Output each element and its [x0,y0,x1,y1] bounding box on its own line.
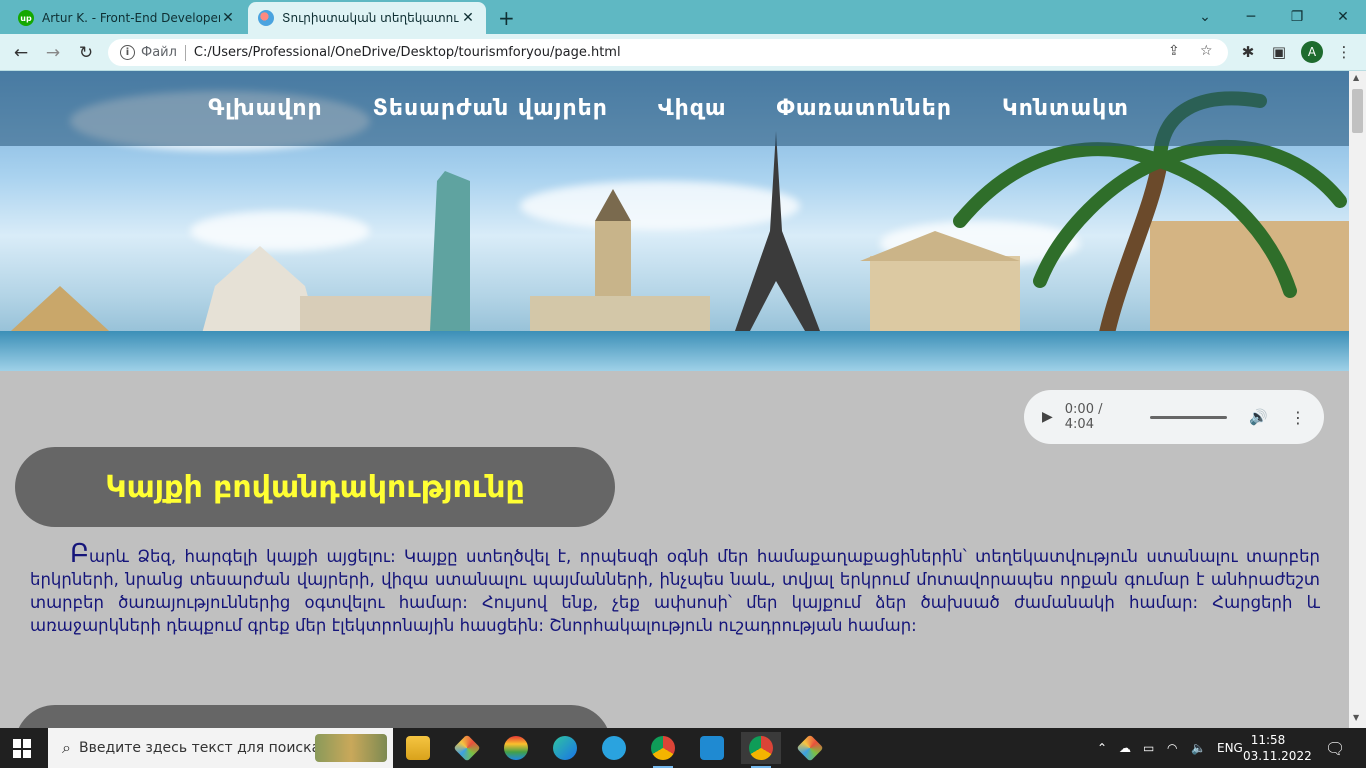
reload-icon[interactable]: ↻ [73,40,99,66]
notifications-icon[interactable]: 🗨 [1325,728,1345,768]
nav-home[interactable]: Գլխավոր [208,96,323,121]
address-bar[interactable]: i Файл C:/Users/Professional/OneDrive/De… [108,39,1228,66]
telegram-icon[interactable] [594,732,634,764]
chrome-profile-icon[interactable] [741,732,781,768]
tab-search-chevron-icon[interactable]: ⌄ [1182,0,1228,34]
wifi-icon[interactable]: ◠ [1167,728,1177,768]
scroll-down-icon[interactable]: ▼ [1353,713,1359,722]
colorful-app-icon[interactable] [496,732,536,764]
address-url[interactable]: C:/Users/Professional/OneDrive/Desktop/t… [194,45,621,60]
file-explorer-icon[interactable] [398,732,438,764]
travel-banner-image: Գլխավոր Տեսարժան վայրեր Վիզա Փառատոններ … [0,71,1349,371]
more-options-icon[interactable]: ⋮ [1290,408,1306,427]
side-panel-icon[interactable]: ▣ [1269,42,1289,62]
audio-time: 0:00 / 4:04 [1064,402,1103,432]
nav-contact[interactable]: Կոնտակտ [1002,96,1129,121]
upwork-icon: up [18,10,34,26]
git-app-icon[interactable] [790,732,830,764]
tab-tourism[interactable]: Տուրիստական տեղեկատու ✕ [248,2,486,34]
intro-text: արև Ձեզ, հարգելի կայքի այցելու: Կայքը ստ… [30,547,1320,635]
nav-festivals[interactable]: Փառատոններ [777,96,952,121]
page-viewport: Գլխավոր Տեսարժան վայրեր Վիզա Փառատոններ … [0,71,1349,728]
profile-avatar[interactable]: A [1301,41,1323,63]
scrollbar-thumb[interactable] [1352,89,1363,133]
section-heading-content: Կայքի բովանդակությունը [15,447,615,527]
clock-date: 03.11.2022 [1243,749,1312,763]
browser-toolbar: ← → ↻ i Файл C:/Users/Professional/OneDr… [0,34,1366,71]
site-favicon-icon [258,10,274,26]
speaker-icon[interactable]: 🔈 [1191,728,1206,768]
new-tab-icon[interactable]: + [498,6,515,30]
onedrive-icon[interactable]: ☁ [1119,728,1131,768]
forward-icon[interactable]: → [40,40,66,66]
vscode-icon[interactable] [692,732,732,764]
site-info-icon[interactable]: i [120,45,135,60]
play-icon[interactable]: ▶ [1042,409,1053,425]
scroll-up-icon[interactable]: ▲ [1353,73,1359,82]
water-reflection [0,331,1349,371]
bookmark-star-icon[interactable]: ☆ [1200,43,1213,59]
search-highlight-image [315,734,387,762]
nav-sights[interactable]: Տեսարժան վայրեր [373,96,608,121]
battery-icon[interactable]: ▭ [1143,728,1154,768]
tab-title: Artur K. - Front-End Developer - [42,11,220,25]
windows-taskbar: ⌕ Введите здесь текст для поиска ⌃ ☁ ▭ ◠… [0,728,1366,768]
audio-progress-slider[interactable] [1149,415,1228,419]
extensions-icon[interactable]: ✱ [1238,42,1258,62]
tray-chevron-icon[interactable]: ⌃ [1097,728,1107,768]
volume-icon[interactable]: 🔊 [1249,408,1268,426]
close-window-icon[interactable]: ✕ [1320,0,1366,34]
address-divider [184,44,186,61]
restore-icon[interactable]: ❐ [1274,0,1320,34]
back-icon[interactable]: ← [8,40,34,66]
audio-player[interactable]: ▶ 0:00 / 4:04 🔊 ⋮ [1024,390,1324,444]
taskbar-clock[interactable]: 11:58 03.11.2022 [1243,732,1312,764]
edge-icon[interactable] [545,732,585,764]
minimize-icon[interactable]: ─ [1228,0,1274,34]
close-tab-icon[interactable]: ✕ [220,10,236,26]
search-placeholder: Введите здесь текст для поиска [78,740,321,756]
share-icon[interactable]: ⇪ [1168,43,1180,59]
taskbar-search[interactable]: ⌕ Введите здесь текст для поиска [48,728,393,768]
intro-drop-letter: Բ [70,539,90,569]
page-scrollbar[interactable]: ▲ ▼ [1349,71,1366,728]
main-nav: Գլխավոր Տեսարժան վայրեր Վիզա Փառատոններ … [0,71,1349,146]
search-icon: ⌕ [62,738,71,757]
windows-start-icon[interactable] [13,739,32,758]
intro-paragraph: Բարև Ձեզ, հարգելի կայքի այցելու: Կայքը ս… [30,541,1320,637]
address-scheme: Файл [141,45,177,60]
tab-title: Տուրիստական տեղեկատու [282,11,459,25]
nav-visa[interactable]: Վիզա [658,96,727,121]
section-heading-period: Ցանկալի ժամանակահատված [15,705,611,728]
tab-upwork[interactable]: up Artur K. - Front-End Developer - ✕ [8,2,246,34]
tab-strip: up Artur K. - Front-End Developer - ✕ Տո… [0,0,1366,34]
clock-time: 11:58 [1250,733,1286,747]
language-indicator[interactable]: ENG [1217,728,1243,768]
menu-dots-icon[interactable]: ⋮ [1334,42,1354,62]
git-kraken-icon[interactable] [447,732,487,764]
close-tab-icon[interactable]: ✕ [460,10,476,26]
chrome-icon[interactable] [643,732,683,768]
